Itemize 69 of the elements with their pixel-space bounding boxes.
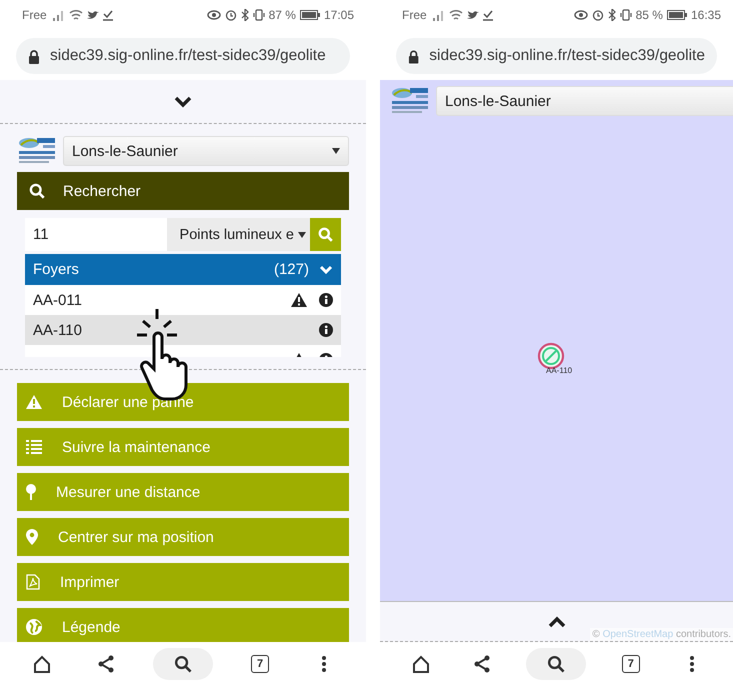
signal-icon [50, 9, 65, 21]
wifi-icon [68, 9, 83, 21]
address-bar[interactable]: sidec39.sig-online.fr/test-sidec39/geolite [16, 38, 350, 74]
search-icon [29, 183, 45, 199]
wifi-icon [448, 9, 463, 21]
group-count: (127) [274, 261, 309, 278]
map-attribution: © OpenStreetMap contributors. [590, 628, 733, 641]
globe-icon [26, 619, 42, 635]
map-view[interactable]: Lons-le-Saunier AA-110 [380, 80, 733, 602]
battery-percent: 85 % [636, 8, 663, 22]
search-icon [174, 655, 192, 673]
eye-icon [206, 10, 221, 20]
carrier-name: Free [402, 8, 427, 22]
lock-icon [408, 48, 420, 64]
search-icon [547, 655, 566, 673]
lock-icon [28, 48, 40, 64]
bird-icon [466, 10, 479, 20]
chevron-up-icon [548, 616, 566, 628]
chevron-down-icon [174, 96, 192, 108]
group-name: Foyers [33, 261, 79, 278]
result-row[interactable]: AA-110 [25, 315, 341, 345]
commune-select[interactable]: Lons-le-Saunier [63, 136, 349, 166]
eye-icon [574, 10, 588, 20]
layer-select[interactable]: Points lumineux e [167, 218, 310, 251]
info-icon [319, 323, 333, 337]
alarm-icon [224, 9, 237, 21]
search-input[interactable]: 11 [25, 218, 167, 251]
result-row[interactable]: AA-011 [25, 285, 341, 315]
result-group-header[interactable]: Foyers (127) [25, 254, 341, 285]
chevron-down-icon [319, 264, 333, 274]
signal-icon [430, 9, 445, 21]
vibrate-icon [252, 9, 265, 21]
carrier-name: Free [22, 8, 47, 22]
share-icon [473, 655, 492, 673]
tab-count-button[interactable]: 7 [622, 655, 640, 673]
more-icon [689, 655, 696, 673]
battery-icon [666, 10, 687, 20]
download-check-icon [482, 10, 493, 20]
bluetooth-icon [608, 9, 616, 21]
clock-time: 17:05 [324, 8, 354, 22]
battery-percent: 87 % [268, 8, 296, 22]
warning-icon [291, 293, 307, 307]
clock-time: 16:35 [690, 8, 721, 22]
home-icon [412, 655, 430, 673]
bird-icon [86, 10, 99, 20]
marker-label: AA-110 [546, 366, 572, 375]
vibrate-icon [620, 9, 632, 21]
home-icon [33, 655, 51, 673]
pdf-file-icon [26, 574, 40, 590]
address-bar[interactable]: sidec39.sig-online.fr/test-sidec39/geolite [396, 38, 717, 74]
battery-icon [300, 10, 320, 20]
tab-count-button[interactable]: 7 [251, 655, 269, 673]
download-check-icon [102, 10, 113, 20]
search-panel-header[interactable]: Rechercher [17, 172, 349, 210]
commune-select[interactable]: Lons-le-Saunier [436, 86, 733, 116]
share-icon [97, 655, 115, 673]
warning-icon [26, 395, 42, 409]
caret-icon [332, 148, 340, 154]
search-button[interactable] [526, 648, 586, 680]
search-button[interactable] [153, 648, 213, 680]
caret-icon [298, 232, 306, 238]
info-icon [319, 293, 333, 307]
pushpin-icon [26, 484, 36, 500]
bluetooth-icon [240, 9, 249, 21]
search-icon [318, 227, 333, 242]
list-icon [26, 440, 42, 454]
map-marker-icon [26, 529, 38, 545]
alarm-icon [592, 9, 604, 21]
more-icon [321, 655, 327, 673]
